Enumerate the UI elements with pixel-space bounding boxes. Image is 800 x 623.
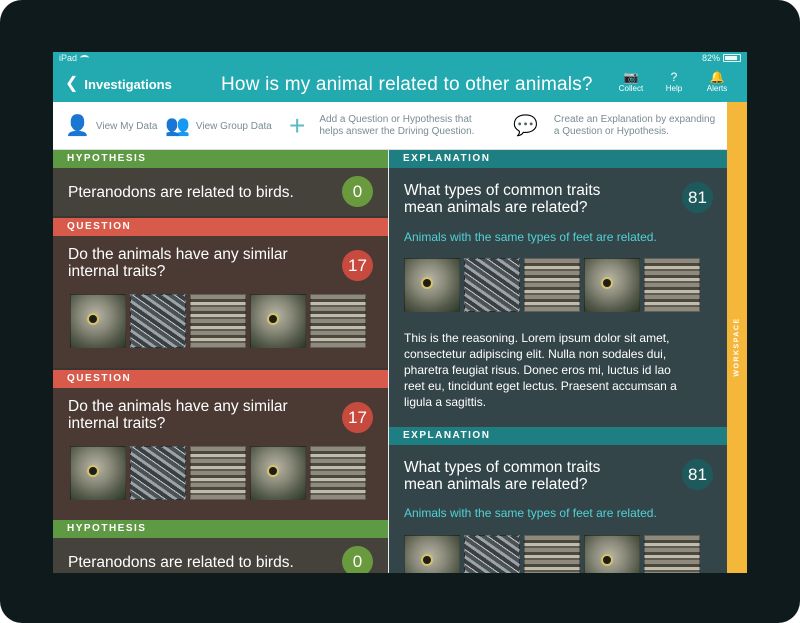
card-type-label: QUESTION: [53, 218, 388, 236]
bones-thumbnail[interactable]: [464, 535, 520, 573]
add-question-button[interactable]: + Add a Question or Hypothesis that help…: [289, 102, 474, 150]
bones-thumbnail[interactable]: [130, 294, 186, 348]
camera-icon: 📷: [623, 70, 639, 84]
count-badge: 17: [342, 250, 373, 281]
bird-thumbnail[interactable]: [584, 258, 640, 312]
bird-thumbnail[interactable]: [404, 535, 460, 573]
carving-thumbnail[interactable]: [644, 258, 700, 312]
wifi-icon: [80, 55, 90, 61]
battery-icon: [723, 54, 741, 62]
bell-icon: 🔔: [709, 70, 725, 84]
bones-thumbnail[interactable]: [464, 258, 520, 312]
card-type-label: HYPOTHESIS: [53, 520, 388, 538]
bones-thumbnail[interactable]: [130, 446, 186, 500]
group-icon: 👥: [165, 115, 190, 137]
card-text: Pteranodons are related to birds.: [68, 554, 294, 571]
count-badge: 81: [682, 182, 713, 213]
page-title: How is my animal related to other animal…: [221, 74, 593, 95]
question-icon: ?: [670, 70, 678, 84]
person-icon: 👤: [65, 115, 90, 137]
card-type-label: HYPOTHESIS: [53, 150, 388, 168]
carving-thumbnail[interactable]: [190, 446, 246, 500]
speech-bubble-icon: 💬: [513, 115, 538, 137]
collect-button[interactable]: 📷 Collect: [611, 70, 651, 93]
count-badge: 0: [342, 546, 373, 573]
count-badge: 0: [342, 176, 373, 207]
create-explanation-button[interactable]: 💬 Create an Explanation by expanding a Q…: [513, 102, 715, 150]
workspace-tab[interactable]: WORKSPACE: [727, 102, 747, 573]
bird-thumbnail[interactable]: [70, 294, 126, 348]
carving-thumbnail[interactable]: [310, 446, 366, 500]
back-button[interactable]: ❮ Investigations: [65, 76, 172, 92]
carving-thumbnail[interactable]: [310, 294, 366, 348]
count-badge: 17: [342, 402, 373, 433]
card-type-label: EXPLANATION: [389, 150, 727, 168]
plus-icon: +: [289, 110, 306, 141]
bird-thumbnail[interactable]: [250, 294, 306, 348]
app-screen: iPad 82% ❮ Investigations How is my anim…: [53, 52, 747, 573]
alerts-button[interactable]: 🔔 Alerts: [697, 70, 737, 93]
view-my-data-button[interactable]: 👤 View My Data: [65, 102, 157, 150]
bird-thumbnail[interactable]: [584, 535, 640, 573]
right-column: EXPLANATION What types of common traits …: [389, 150, 727, 573]
carving-thumbnail[interactable]: [524, 258, 580, 312]
reasoning-text: This is the reasoning. Lorem ipsum dolor…: [404, 331, 677, 409]
hypothesis-card[interactable]: HYPOTHESIS Pteranodons are related to bi…: [53, 150, 388, 216]
view-group-data-button[interactable]: 👥 View Group Data: [165, 102, 272, 150]
count-badge: 81: [682, 459, 713, 490]
explanation-card[interactable]: EXPLANATION What types of common traits …: [389, 150, 727, 426]
card-type-label: EXPLANATION: [389, 427, 727, 445]
explanation-claim: Animals with the same types of feet are …: [404, 230, 657, 244]
back-label: Investigations: [84, 76, 172, 92]
bird-thumbnail[interactable]: [404, 258, 460, 312]
image-strip: [70, 446, 366, 500]
carving-thumbnail[interactable]: [524, 535, 580, 573]
explanation-claim: Animals with the same types of feet are …: [404, 506, 657, 520]
nav-bar: iPad 82% ❮ Investigations How is my anim…: [53, 52, 747, 102]
toolbar: 👤 View My Data 👥 View Group Data + Add a…: [53, 102, 727, 150]
status-device: iPad: [59, 53, 90, 63]
status-battery: 82%: [702, 53, 741, 63]
card-type-label: QUESTION: [53, 370, 388, 388]
question-card[interactable]: QUESTION Do the animals have any similar…: [53, 218, 388, 368]
image-strip: [70, 294, 366, 348]
carving-thumbnail[interactable]: [190, 294, 246, 348]
carving-thumbnail[interactable]: [644, 535, 700, 573]
left-column: HYPOTHESIS Pteranodons are related to bi…: [53, 150, 388, 573]
explanation-card[interactable]: EXPLANATION What types of common traits …: [389, 427, 727, 573]
image-strip: [404, 258, 700, 312]
question-card[interactable]: QUESTION Do the animals have any similar…: [53, 370, 388, 520]
help-button[interactable]: ? Help: [654, 70, 694, 93]
image-strip: [404, 535, 700, 573]
tablet-bezel: iPad 82% ❮ Investigations How is my anim…: [0, 0, 800, 623]
chevron-left-icon: ❮: [65, 75, 79, 92]
hypothesis-card[interactable]: HYPOTHESIS Pteranodons are related to bi…: [53, 520, 388, 573]
bird-thumbnail[interactable]: [70, 446, 126, 500]
bird-thumbnail[interactable]: [250, 446, 306, 500]
card-text: Pteranodons are related to birds.: [68, 184, 294, 201]
